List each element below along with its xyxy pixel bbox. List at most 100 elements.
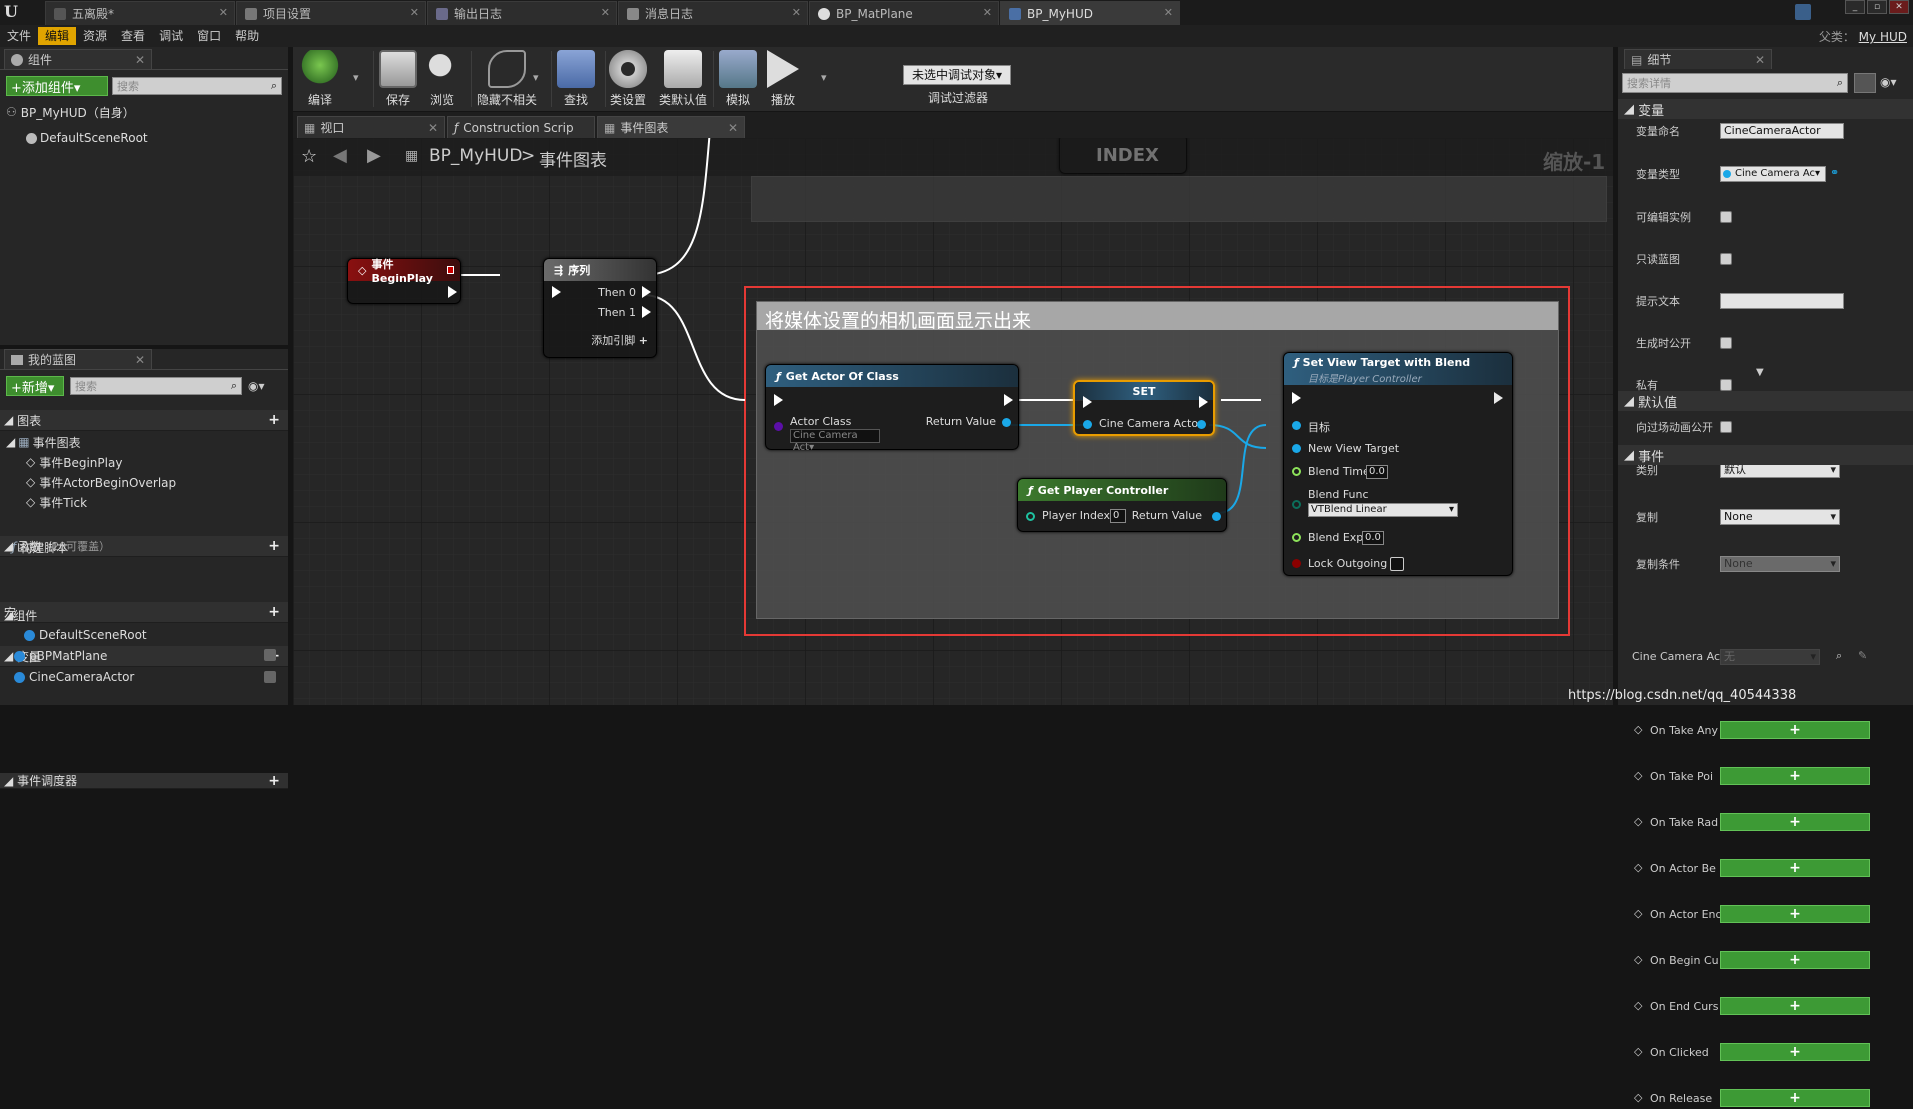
section-macros[interactable]: 宏 + [0, 602, 288, 623]
expose-to-cinematics-checkbox[interactable] [1720, 420, 1732, 433]
close-icon[interactable]: ✕ [601, 6, 610, 19]
section-event-dispatchers[interactable]: ◢ 事件调度器 + [0, 773, 288, 789]
add-event-button[interactable]: + [1720, 1089, 1870, 1107]
event-graph-canvas[interactable]: ☆ ◀ ▶ ▦ BP_MyHUD > 事件图表 缩放-1 INDEX 将媒体设置… [293, 138, 1613, 705]
add-event-button[interactable]: + [1720, 813, 1870, 831]
close-icon[interactable]: ✕ [728, 121, 738, 135]
new-view-target-pin[interactable] [1292, 444, 1301, 453]
class-defaults-button[interactable]: 类默认值 [659, 50, 707, 108]
exec-in-pin[interactable] [1292, 392, 1301, 404]
exec-in-pin[interactable] [552, 286, 561, 298]
exec-in-pin[interactable] [1083, 396, 1092, 408]
hide-unrelated-options-icon[interactable]: ▾ [533, 71, 539, 84]
doc-tab-output-log[interactable]: 输出日志 ✕ [427, 1, 617, 25]
learn-icon[interactable] [1795, 4, 1811, 20]
player-index-input[interactable]: 0 [1110, 509, 1126, 523]
return-value-pin[interactable] [1002, 418, 1011, 427]
blend-exp-input[interactable]: 0.0 [1362, 531, 1384, 545]
find-button[interactable]: 查找 [557, 50, 595, 108]
exec-out-pin[interactable] [448, 286, 457, 298]
menu-debug[interactable]: 调试 [152, 27, 190, 45]
doc-tab-project-settings[interactable]: 项目设置 ✕ [236, 1, 426, 25]
maximize-icon[interactable]: ▫ [1867, 0, 1887, 14]
my-blueprint-tab[interactable]: 我的蓝图 ✕ [4, 349, 152, 369]
exec-out-pin[interactable] [1199, 396, 1208, 408]
delegate-pin-icon[interactable] [446, 266, 454, 274]
target-pin[interactable] [1292, 421, 1301, 430]
visibility-eye-icon[interactable] [264, 671, 276, 683]
doc-tab-level[interactable]: 五离殿* ✕ [45, 1, 235, 25]
default-value-section-header[interactable]: ◢ 默认值 [1618, 391, 1913, 411]
menu-view[interactable]: 查看 [114, 27, 152, 45]
event-item-actorbeginoverlap[interactable]: ◇ 事件ActorBeginOverlap [26, 473, 176, 491]
blend-func-pin[interactable] [1292, 500, 1301, 509]
view-options-eye-icon[interactable]: ◉▾ [1880, 75, 1897, 89]
default-value-dropdown[interactable]: 无 [1720, 648, 1820, 665]
get-actor-of-class-node[interactable]: ƒ Get Actor Of Class Actor Class Cine Cam… [765, 364, 1019, 453]
actor-class-dropdown[interactable]: Cine Camera Act▾ [790, 429, 880, 453]
components-search-input[interactable]: 搜索 ⌕ [112, 77, 282, 95]
set-input-pin[interactable] [1083, 420, 1092, 429]
visibility-eye-icon[interactable] [264, 649, 276, 661]
blend-func-dropdown[interactable]: VTBlend Linear ▾ [1308, 503, 1458, 517]
doc-tab-bp-myhud[interactable]: BP_MyHUD ✕ [1000, 1, 1180, 25]
play-button[interactable]: 播放 [767, 50, 799, 108]
add-macro-icon[interactable]: + [268, 604, 280, 620]
close-icon[interactable]: ✕ [792, 6, 801, 19]
variable-pbpmatplane[interactable]: pBPMatPlane [14, 647, 107, 665]
property-matrix-icon[interactable] [1854, 73, 1876, 93]
menu-edit[interactable]: 编辑 [38, 27, 77, 45]
details-search-input[interactable]: 搜索详情 ⌕ [1622, 73, 1848, 93]
component-root[interactable]: ⚇ BP_MyHUD（自身） [6, 103, 135, 121]
add-event-button[interactable]: + [1720, 951, 1870, 969]
tab-event-graph[interactable]: ▦ 事件图表 ✕ [597, 116, 745, 138]
private-checkbox[interactable] [1720, 378, 1732, 391]
instance-editable-checkbox[interactable] [1720, 210, 1732, 223]
compile-button[interactable]: 编译 [301, 50, 339, 108]
expose-on-spawn-checkbox[interactable] [1720, 336, 1732, 349]
add-function-icon[interactable]: + [268, 538, 280, 554]
variable-default-scene-root[interactable]: DefaultSceneRoot [24, 626, 147, 644]
add-dispatcher-icon[interactable]: + [268, 773, 280, 788]
doc-tab-bp-matplane[interactable]: BP_MatPlane ✕ [809, 1, 999, 25]
advanced-expand-icon[interactable]: ▼ [1756, 367, 1764, 378]
close-icon[interactable]: ✕ [135, 53, 145, 67]
close-icon[interactable]: ✕ [983, 6, 992, 19]
add-event-button[interactable]: + [1720, 997, 1870, 1015]
actor-class-pin[interactable] [774, 422, 783, 431]
menu-help[interactable]: 帮助 [228, 27, 266, 45]
then0-pin[interactable] [642, 286, 651, 298]
variables-components-group[interactable]: ◢ 组件 [4, 606, 37, 624]
replication-dropdown[interactable]: None [1720, 508, 1840, 525]
add-event-button[interactable]: + [1720, 859, 1870, 877]
tab-construction-script[interactable]: ƒ Construction Scrip [447, 116, 595, 138]
player-index-pin[interactable] [1026, 512, 1035, 521]
close-icon[interactable]: ✕ [219, 6, 228, 19]
event-item-tick[interactable]: ◇ 事件Tick [26, 493, 87, 511]
add-pin-button[interactable]: 添加引脚 + [591, 332, 648, 348]
close-window-icon[interactable]: ✕ [1889, 0, 1909, 14]
blueprint-readonly-checkbox[interactable] [1720, 252, 1732, 265]
add-graph-icon[interactable]: + [268, 412, 280, 428]
minimize-icon[interactable]: _ [1845, 0, 1865, 14]
lock-outgoing-checkbox[interactable] [1390, 557, 1404, 571]
exec-out-pin[interactable] [1004, 394, 1013, 406]
exec-out-pin[interactable] [1494, 392, 1503, 404]
simulate-button[interactable]: 模拟 [719, 50, 757, 108]
menu-window[interactable]: 窗口 [190, 27, 228, 45]
add-new-button[interactable]: +新增▾ [6, 376, 64, 396]
close-icon[interactable]: ✕ [135, 353, 145, 367]
compile-options-icon[interactable]: ▾ [353, 71, 359, 84]
replication-condition-dropdown[interactable]: None [1720, 555, 1840, 572]
tooltip-input[interactable] [1720, 292, 1844, 309]
sequence-node[interactable]: ⇶ 序列 Then 0 Then 1 添加引脚 + [543, 258, 657, 358]
play-options-icon[interactable]: ▾ [821, 71, 827, 84]
tab-viewport[interactable]: ▦ 视口 ✕ [297, 116, 445, 138]
return-value-pin[interactable] [1212, 512, 1221, 521]
blend-exp-pin[interactable] [1292, 533, 1301, 542]
variable-cinecameraactor[interactable]: CineCameraActor [14, 668, 134, 686]
add-event-button[interactable]: + [1720, 767, 1870, 785]
lock-outgoing-pin[interactable] [1292, 559, 1301, 568]
hide-unrelated-button[interactable]: 隐藏不相关 [477, 50, 537, 108]
class-settings-button[interactable]: 类设置 [609, 50, 647, 108]
